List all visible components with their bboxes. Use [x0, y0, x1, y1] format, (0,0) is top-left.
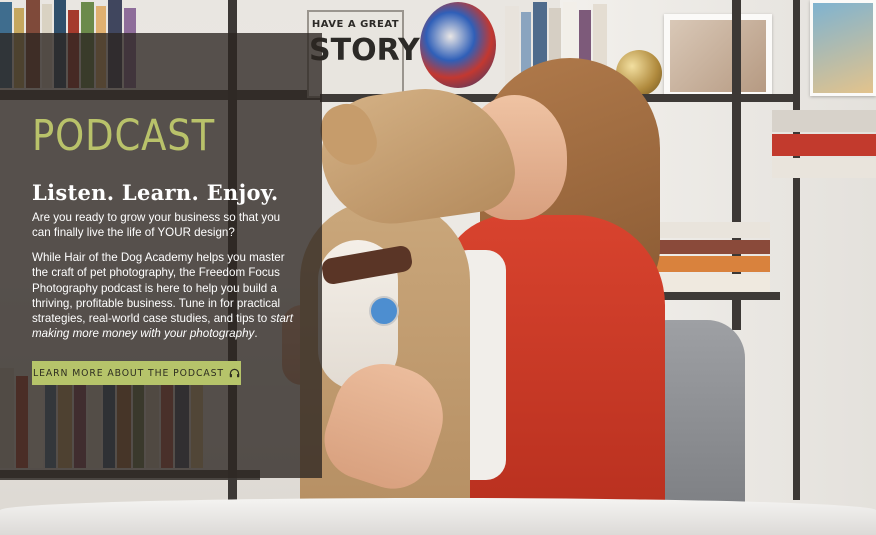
cta-label: LEARN MORE ABOUT THE PODCAST: [33, 367, 224, 379]
podcast-eyebrow: PODCAST: [32, 111, 216, 161]
book-stack: [648, 222, 770, 294]
sign-line-2: STORY: [309, 33, 420, 68]
framed-photo: [664, 14, 772, 98]
sign-line-1: HAVE A GREAT: [311, 19, 400, 30]
learn-more-podcast-button[interactable]: LEARN MORE ABOUT THE PODCAST: [32, 361, 241, 385]
dog-tag: [369, 296, 399, 326]
framed-photo: [810, 0, 876, 96]
intro-text: Are you ready to grow your business so t…: [32, 211, 281, 240]
globe-decor: [420, 2, 496, 88]
shelf-post: [793, 0, 800, 500]
headphones-icon: [229, 368, 240, 378]
desk-edge: [0, 498, 876, 535]
book-stack: [772, 110, 876, 180]
body-text: While Hair of the Dog Academy helps you …: [32, 250, 300, 342]
body-text-end: .: [254, 327, 258, 341]
headline: Listen. Learn. Enjoy.: [32, 180, 279, 205]
body-text-main: While Hair of the Dog Academy helps you …: [32, 251, 285, 326]
